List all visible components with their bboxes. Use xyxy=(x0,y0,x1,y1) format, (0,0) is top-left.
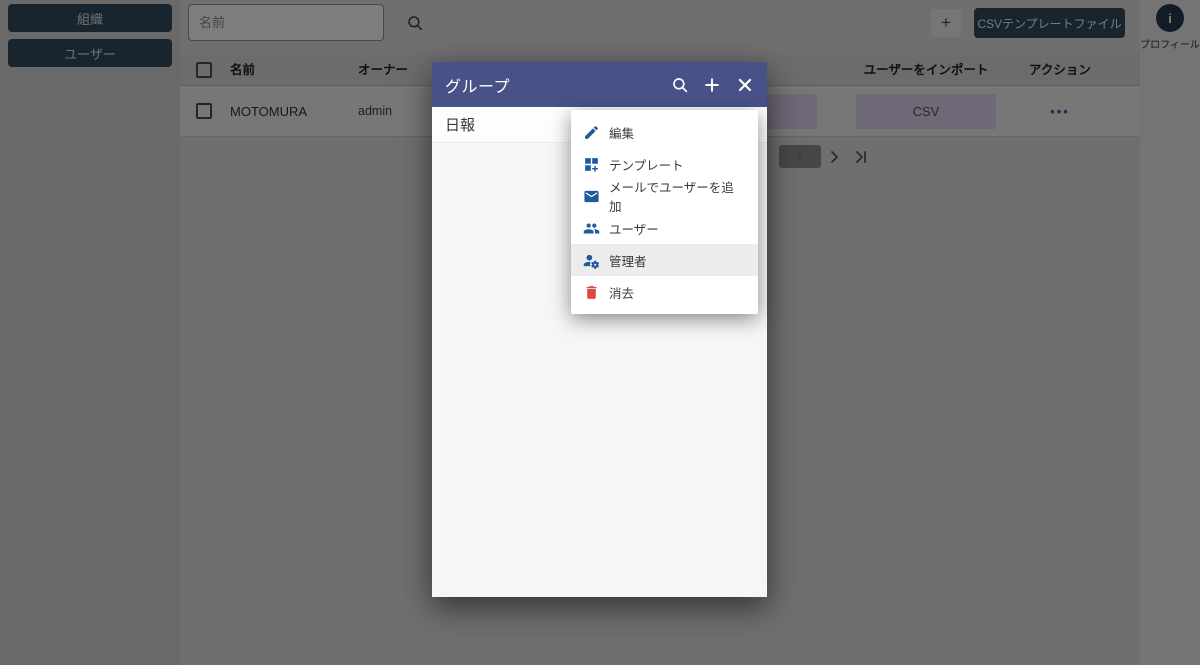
menu-item-users[interactable]: ユーザー xyxy=(571,212,758,244)
menu-item-delete[interactable]: 消去 xyxy=(571,276,758,308)
menu-item-label: 編集 xyxy=(609,126,635,141)
template-icon xyxy=(585,157,598,172)
modal-search-icon[interactable] xyxy=(671,76,689,94)
users-icon xyxy=(583,223,600,233)
menu-item-label: 管理者 xyxy=(609,254,647,269)
pencil-icon xyxy=(585,125,598,139)
modal-add-icon[interactable] xyxy=(702,75,722,95)
mail-icon xyxy=(584,190,599,202)
menu-item-add-users-by-mail[interactable]: メールでユーザーを追加 xyxy=(571,180,758,214)
menu-item-administrators[interactable]: 管理者 xyxy=(571,244,758,276)
group-list-item-label: 日報 xyxy=(445,117,476,134)
admin-settings-icon xyxy=(583,254,600,269)
menu-item-label: ユーザー xyxy=(609,222,659,237)
menu-item-label: テンプレート xyxy=(609,158,684,173)
menu-item-label: 消去 xyxy=(609,286,635,301)
modal-title: グループ xyxy=(445,78,511,96)
context-menu: 編集 テンプレート メールでユーザーを追加 ユーザー 管理者 消去 xyxy=(571,110,758,314)
menu-item-label: メールでユーザーを追加 xyxy=(609,181,734,214)
menu-item-edit[interactable]: 編集 xyxy=(571,116,758,148)
menu-item-template[interactable]: テンプレート xyxy=(571,148,758,180)
trash-icon xyxy=(586,285,597,299)
modal-close-icon[interactable] xyxy=(735,75,755,95)
group-modal-header: グループ xyxy=(432,62,767,107)
